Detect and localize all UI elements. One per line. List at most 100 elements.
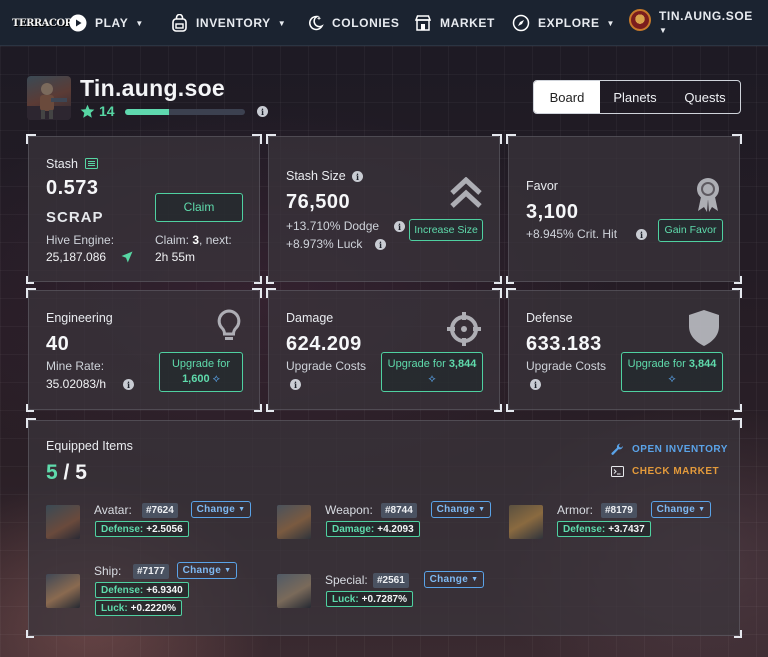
change-special-button[interactable]: Change ▼ <box>424 571 484 588</box>
engineering-value: 40 <box>46 333 70 355</box>
check-market-label: CHECK MARKET <box>632 466 720 477</box>
tab-quests[interactable]: Quests <box>670 81 740 113</box>
profile-name: Tin.aung.soe <box>80 75 226 101</box>
stash-card: Stash 0.573 SCRAP Hive Engine: 25,187.08… <box>26 134 262 284</box>
mine-rate-value: 35.02083/h <box>46 377 107 391</box>
item-stat-badge: Luck: +0.2220% <box>95 600 182 616</box>
change-ship-button[interactable]: Change ▼ <box>177 562 237 579</box>
stat-key: Defense: <box>101 584 144 596</box>
nav-play[interactable]: PLAY ▼ <box>69 0 144 46</box>
item-slot-name: Avatar: <box>94 503 132 517</box>
defense-value: 633.183 <box>526 333 602 355</box>
nav-explore-label: EXPLORE <box>538 16 600 30</box>
stat-key: Defense: <box>563 523 606 535</box>
item-id-badge: #2561 <box>373 573 409 588</box>
item-id-badge: #8744 <box>381 503 417 518</box>
info-icon[interactable]: i <box>530 379 541 390</box>
luck-bonus: +8.973% Luck <box>286 237 363 251</box>
weapon-item-image[interactable] <box>277 505 311 539</box>
caret-down-icon: ▼ <box>478 506 486 513</box>
nav-market[interactable]: MARKET <box>414 0 495 46</box>
nav-explore[interactable]: EXPLORE ▼ <box>512 0 615 46</box>
nav-colonies[interactable]: COLONIES <box>306 0 399 46</box>
terminal-icon <box>611 466 624 477</box>
list-icon <box>85 158 98 169</box>
info-icon[interactable]: i <box>352 171 363 182</box>
info-icon[interactable]: i <box>375 239 386 250</box>
nav-user-menu[interactable]: TIN.AUNG.SOE ▼ <box>629 0 753 46</box>
play-icon <box>69 14 87 32</box>
upgrade-label: Upgrade for <box>627 358 686 370</box>
info-icon[interactable]: i <box>123 379 134 390</box>
wrench-icon <box>611 443 623 455</box>
upgrade-label-line: Upgrade for 3,844 <box>628 357 717 372</box>
info-icon[interactable]: i <box>290 379 301 390</box>
upgrade-damage-button[interactable]: Upgrade for 3,844 ⟡ <box>381 352 483 392</box>
info-icon[interactable]: i <box>636 229 647 240</box>
equipped-items-title: Equipped Items <box>46 439 133 453</box>
change-label: Change <box>429 574 469 585</box>
gain-favor-button[interactable]: Gain Favor <box>658 219 723 242</box>
item-slot-name: Special: <box>325 573 368 587</box>
xp-progress-fill <box>125 109 170 115</box>
upgrade-engineering-button[interactable]: Upgrade for 1,600 ⟡ <box>159 352 243 392</box>
tab-board[interactable]: Board <box>534 81 600 113</box>
send-icon[interactable] <box>121 251 133 263</box>
stat-value: +2.5056 <box>146 523 183 535</box>
change-weapon-button[interactable]: Change ▼ <box>431 501 491 518</box>
upgrade-cost: 1,600 ⟡ <box>182 372 220 387</box>
info-icon[interactable]: i <box>257 106 268 117</box>
equipped-count-current: 5 <box>46 461 58 484</box>
special-item-image[interactable] <box>277 574 311 608</box>
upgrade-defense-button[interactable]: Upgrade for 3,844 ⟡ <box>621 352 723 392</box>
item-slot-name: Weapon: <box>325 503 373 517</box>
stat-value: +0.2220% <box>130 602 176 614</box>
item-stat-badge: Damage: +4.2093 <box>326 521 420 537</box>
ship-item-image[interactable] <box>46 574 80 608</box>
terracore-logo[interactable]: TERRACORE <box>12 10 80 36</box>
stat-value: +6.9340 <box>146 584 183 596</box>
info-icon[interactable]: i <box>394 221 405 232</box>
level-row: 14 <box>80 103 115 119</box>
crit-bonus: +8.945% Crit. Hit <box>526 227 618 241</box>
nav-colonies-label: COLONIES <box>332 16 400 30</box>
change-armor-button[interactable]: Change ▼ <box>651 501 711 518</box>
stash-size-label: Stash Size <box>286 169 346 183</box>
open-inventory-link[interactable]: OPEN INVENTORY <box>611 443 728 456</box>
claim-button[interactable]: Claim <box>155 193 243 222</box>
favor-card: Favor 3,100 +8.945% Crit. Hit i Gain Fav… <box>506 134 742 284</box>
chevron-down-icon: ▼ <box>135 18 144 28</box>
caret-down-icon: ▼ <box>471 576 479 583</box>
stash-unit: SCRAP <box>46 209 104 226</box>
hive-engine-value: 25,187.086 <box>46 250 107 264</box>
change-label: Change <box>436 504 476 515</box>
check-market-link[interactable]: CHECK MARKET <box>611 466 719 477</box>
favor-label: Favor <box>526 179 558 193</box>
item-stat-badge: Defense: +2.5056 <box>95 521 189 537</box>
engineering-card: Engineering 40 Mine Rate: 35.02083/h i U… <box>26 288 262 412</box>
caret-down-icon: ▼ <box>238 506 246 513</box>
crystal-icon: ⟡ <box>428 373 436 385</box>
xp-progress-bar <box>125 109 245 115</box>
view-tabs: Board Planets Quests <box>533 80 741 114</box>
nav-play-label: PLAY <box>95 16 129 30</box>
upgrade-cost-value: 1,600 <box>182 373 210 385</box>
stash-size-card: Stash Size i 76,500 +13.710% Dodge i +8.… <box>266 134 502 284</box>
change-label: Change <box>182 565 222 576</box>
engineering-label: Engineering <box>46 311 113 325</box>
avatar-item-image[interactable] <box>46 505 80 539</box>
compass-icon <box>512 14 530 32</box>
nav-market-label: MARKET <box>440 16 495 30</box>
item-stat-badge: Defense: +3.7437 <box>557 521 651 537</box>
chevron-down-icon: ▼ <box>606 18 616 28</box>
nav-inventory[interactable]: INVENTORY ▼ <box>171 0 286 46</box>
tab-planets[interactable]: Planets <box>600 81 670 113</box>
crosshair-icon <box>447 312 481 346</box>
award-ribbon-icon <box>697 178 719 212</box>
dodge-bonus: +13.710% Dodge <box>286 219 380 233</box>
star-icon <box>80 104 95 118</box>
change-avatar-button[interactable]: Change ▼ <box>191 501 251 518</box>
increase-size-button[interactable]: Increase Size <box>409 219 483 241</box>
equipped-items-card: Equipped Items 5 / 5 OPEN INVENTORY CHEC… <box>26 418 742 638</box>
armor-item-image[interactable] <box>509 505 543 539</box>
